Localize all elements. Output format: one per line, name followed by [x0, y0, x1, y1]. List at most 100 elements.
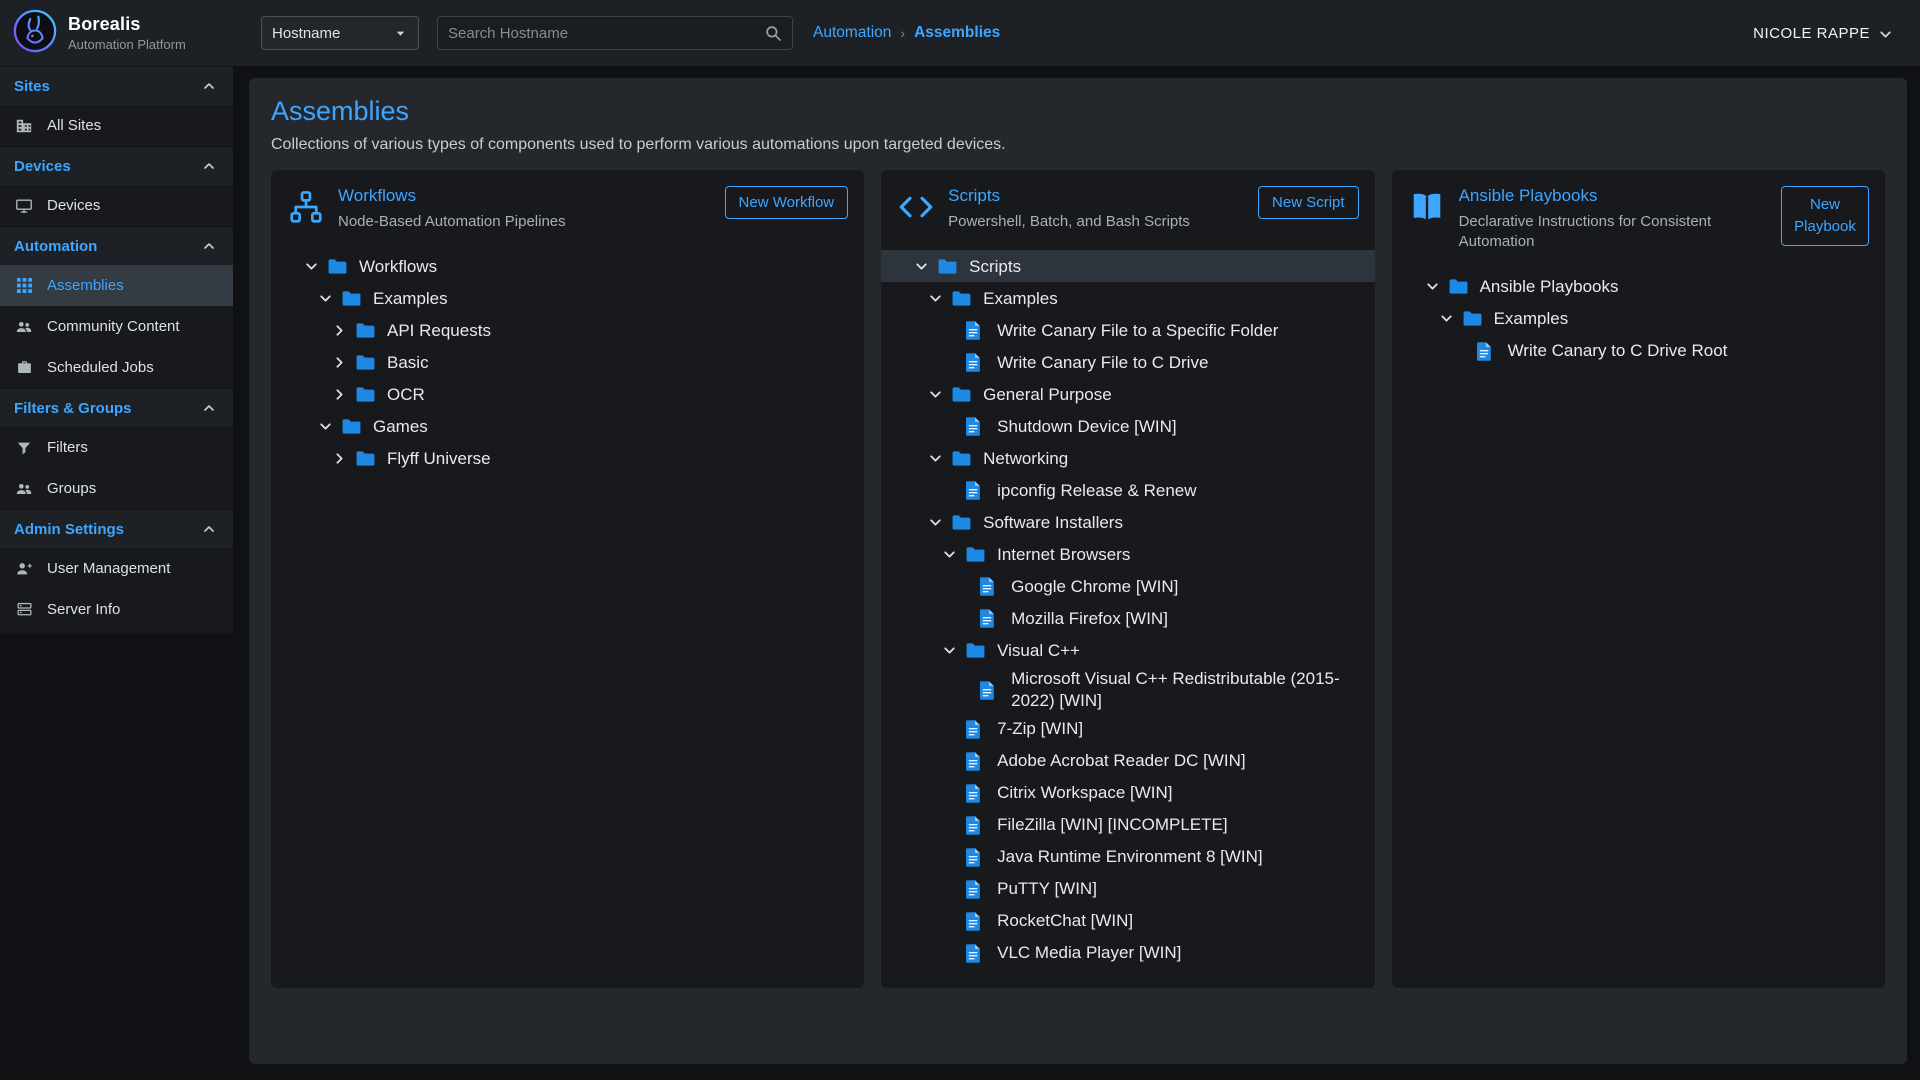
playbooks-tree: Ansible PlaybooksExamplesWrite Canary to…	[1392, 271, 1885, 367]
chevron-down-icon[interactable]	[1424, 278, 1448, 295]
chevron-down-icon[interactable]	[317, 418, 341, 435]
tree-file-row[interactable]: Write Canary File to a Specific Folder	[881, 314, 1374, 346]
sidebar-section-admin-settings[interactable]: Admin Settings	[0, 509, 233, 548]
sidebar-item-devices[interactable]: Devices	[0, 185, 233, 226]
chevron-right-icon[interactable]	[331, 322, 355, 339]
tree-file-row[interactable]: Java Runtime Environment 8 [WIN]	[881, 841, 1374, 873]
tree-item-label: Adobe Acrobat Reader DC [WIN]	[997, 750, 1260, 771]
tree-file-row[interactable]: Google Chrome [WIN]	[881, 570, 1374, 602]
tree-file-row[interactable]: Microsoft Visual C++ Redistributable (20…	[881, 666, 1374, 713]
chevron-right-icon[interactable]	[331, 450, 355, 467]
hostname-selector[interactable]: Hostname	[261, 16, 419, 50]
tree-folder-row[interactable]: Examples	[881, 282, 1374, 314]
sidebar-item-all-sites[interactable]: All Sites	[0, 105, 233, 146]
tree-folder-row[interactable]: Visual C++	[881, 634, 1374, 666]
chevron-down-icon[interactable]	[1438, 310, 1462, 327]
tree-folder-row[interactable]: Examples	[1392, 303, 1885, 335]
chevron-up-icon	[201, 78, 217, 94]
sidebar-item-assemblies[interactable]: Assemblies	[0, 265, 233, 306]
new-script-button[interactable]: New Script	[1258, 186, 1359, 219]
file-icon	[965, 783, 987, 803]
new-workflow-button[interactable]: New Workflow	[725, 186, 849, 219]
chevron-right-icon[interactable]	[331, 386, 355, 403]
sidebar-item-server-info[interactable]: Server Info	[0, 589, 233, 630]
file-icon	[965, 847, 987, 867]
tree-folder-row[interactable]: OCR	[271, 378, 864, 410]
breadcrumb-automation[interactable]: Automation	[813, 24, 891, 42]
search-input[interactable]	[448, 25, 764, 42]
chevron-down-icon[interactable]	[913, 258, 937, 275]
scripts-tree: ScriptsExamplesWrite Canary File to a Sp…	[881, 250, 1374, 969]
tree-item-label: RocketChat [WIN]	[997, 910, 1147, 931]
tree-item-label: Google Chrome [WIN]	[1011, 576, 1192, 597]
chevron-down-icon[interactable]	[941, 642, 965, 659]
chevron-down-icon[interactable]	[927, 386, 951, 403]
user-name: NICOLE RAPPE	[1753, 25, 1870, 42]
tree-folder-row[interactable]: Games	[271, 410, 864, 442]
tree-folder-row[interactable]: Examples	[271, 282, 864, 314]
tree-folder-row[interactable]: Internet Browsers	[881, 538, 1374, 570]
user-menu[interactable]: NICOLE RAPPE	[1753, 24, 1920, 43]
tree-folder-row[interactable]: Networking	[881, 442, 1374, 474]
tree-folder-row[interactable]: Software Installers	[881, 506, 1374, 538]
people-icon	[14, 480, 34, 498]
sidebar-section-filters-groups[interactable]: Filters & Groups	[0, 388, 233, 427]
file-icon	[979, 680, 1001, 700]
tree-file-row[interactable]: VLC Media Player [WIN]	[881, 937, 1374, 969]
file-icon	[965, 879, 987, 899]
sidebar-section-label: Sites	[14, 78, 50, 95]
tree-item-label: Workflows	[359, 256, 451, 277]
hostname-search[interactable]	[437, 16, 793, 50]
tree-folder-row[interactable]: API Requests	[271, 314, 864, 346]
tree-folder-row[interactable]: Basic	[271, 346, 864, 378]
chevron-down-icon[interactable]	[303, 258, 327, 275]
chevron-down-icon[interactable]	[941, 546, 965, 563]
breadcrumb-assemblies[interactable]: Assemblies	[914, 24, 1000, 42]
file-icon	[965, 719, 987, 739]
sidebar-item-filters[interactable]: Filters	[0, 427, 233, 468]
chevron-down-icon[interactable]	[927, 514, 951, 531]
tree-folder-row[interactable]: Scripts	[881, 250, 1374, 282]
chevron-down-icon[interactable]	[927, 290, 951, 307]
tree-item-label: FileZilla [WIN] [INCOMPLETE]	[997, 814, 1241, 835]
file-icon	[979, 576, 1001, 596]
tree-file-row[interactable]: ipconfig Release & Renew	[881, 474, 1374, 506]
folder-icon	[951, 386, 973, 403]
tree-item-label: Internet Browsers	[997, 544, 1144, 565]
tree-file-row[interactable]: Citrix Workspace [WIN]	[881, 777, 1374, 809]
main-panel: Assemblies Collections of various types …	[249, 78, 1907, 1064]
file-icon	[979, 608, 1001, 628]
folder-icon	[1462, 310, 1484, 327]
tree-file-row[interactable]: RocketChat [WIN]	[881, 905, 1374, 937]
tree-folder-row[interactable]: Workflows	[271, 250, 864, 282]
tree-file-row[interactable]: FileZilla [WIN] [INCOMPLETE]	[881, 809, 1374, 841]
chevron-down-icon[interactable]	[927, 450, 951, 467]
new-playbook-button[interactable]: New Playbook	[1781, 186, 1869, 246]
tree-file-row[interactable]: Adobe Acrobat Reader DC [WIN]	[881, 745, 1374, 777]
tree-file-row[interactable]: Write Canary to C Drive Root	[1392, 335, 1885, 367]
folder-icon	[355, 450, 377, 467]
tree-folder-row[interactable]: Flyff Universe	[271, 442, 864, 474]
sidebar-section-sites[interactable]: Sites	[0, 66, 233, 105]
tree-folder-row[interactable]: Ansible Playbooks	[1392, 271, 1885, 303]
sidebar-item-groups[interactable]: Groups	[0, 468, 233, 509]
tree-item-label: Software Installers	[983, 512, 1137, 533]
sidebar-section-label: Filters & Groups	[14, 400, 132, 417]
tree-file-row[interactable]: Write Canary File to C Drive	[881, 346, 1374, 378]
chevron-right-icon[interactable]	[331, 354, 355, 371]
chevron-down-icon[interactable]	[317, 290, 341, 307]
tree-file-row[interactable]: 7-Zip [WIN]	[881, 713, 1374, 745]
file-icon	[965, 815, 987, 835]
tree-folder-row[interactable]: General Purpose	[881, 378, 1374, 410]
sidebar-item-scheduled-jobs[interactable]: Scheduled Jobs	[0, 347, 233, 388]
tree-item-label: 7-Zip [WIN]	[997, 718, 1097, 739]
sidebar-item-user-management[interactable]: User Management	[0, 548, 233, 589]
sidebar-section-devices[interactable]: Devices	[0, 146, 233, 185]
tree-file-row[interactable]: PuTTY [WIN]	[881, 873, 1374, 905]
sidebar-section-automation[interactable]: Automation	[0, 226, 233, 265]
tree-file-row[interactable]: Mozilla Firefox [WIN]	[881, 602, 1374, 634]
monitor-icon	[14, 197, 34, 215]
grid-icon	[14, 277, 34, 294]
tree-file-row[interactable]: Shutdown Device [WIN]	[881, 410, 1374, 442]
sidebar-item-community-content[interactable]: Community Content	[0, 306, 233, 347]
